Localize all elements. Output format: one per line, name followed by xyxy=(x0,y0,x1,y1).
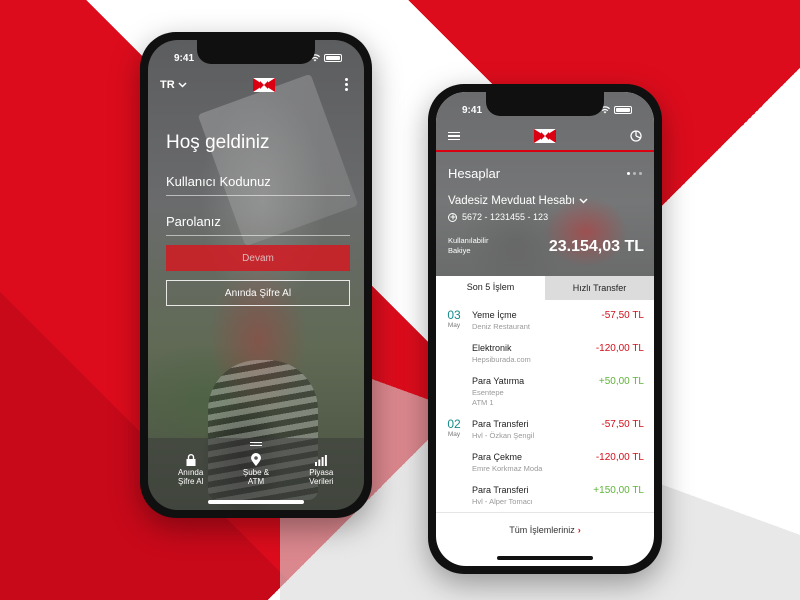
transaction-amount: -120,00 TL xyxy=(595,452,644,463)
transaction-detail-line-2: ATM 1 xyxy=(472,398,494,407)
battery-icon xyxy=(614,106,632,114)
chevron-down-icon xyxy=(579,198,588,204)
background xyxy=(0,0,800,600)
nav-divider xyxy=(436,150,654,152)
transaction-detail: Esentepe ATM 1 xyxy=(472,388,504,408)
chevron-right-icon: › xyxy=(577,525,581,535)
transaction-tabs: Son 5 İşlem Hızlı Transfer xyxy=(436,276,654,300)
transaction-amount: -120,00 TL xyxy=(595,343,644,354)
transaction-title: Para Yatırma xyxy=(472,376,525,386)
login-screen: 9:41 TR Hoş geldiniz Devam Anında xyxy=(148,40,364,510)
transaction-detail-line-1: Emre Korkmaz Moda xyxy=(472,464,543,473)
all-transactions-link[interactable]: Tüm İşlemleriniz › xyxy=(436,512,654,552)
phone-accounts: 9:41 Hesaplar Vadesiz Mevduat Hesabı 567… xyxy=(428,84,662,574)
transaction-row[interactable]: Para Yatırma Esentepe ATM 1 +50,00 TL xyxy=(436,374,654,414)
transaction-detail-line-1: Hepsiburada.com xyxy=(472,355,531,364)
accounts-title: Hesaplar xyxy=(448,166,501,181)
balance-label: Kullanılabilir Bakiye xyxy=(448,236,508,256)
account-number-row: 5672 - 1231455 - 123 xyxy=(448,212,548,222)
notch xyxy=(486,92,604,116)
balance-amount: 23.154,03 TL xyxy=(548,238,644,255)
language-label: TR xyxy=(160,78,175,91)
transaction-detail: Deniz Restaurant xyxy=(472,322,530,332)
add-circle-icon[interactable] xyxy=(448,212,457,222)
welcome-title: Hoş geldiniz xyxy=(166,132,270,153)
transaction-row[interactable]: 03 May Yeme İçme Deniz Restaurant -57,50 … xyxy=(436,308,654,338)
phone-login: 9:41 TR Hoş geldiniz Devam Anında xyxy=(140,32,372,518)
tab-last-5-transactions[interactable]: Son 5 İşlem xyxy=(436,276,545,300)
lock-icon xyxy=(186,454,196,466)
drawer-handle-icon[interactable] xyxy=(250,442,262,446)
bottom-nav-label-2: Şifre Al xyxy=(177,477,204,486)
transaction-title: Elektronik xyxy=(472,343,512,353)
transaction-month: May xyxy=(447,322,461,329)
transaction-row[interactable]: Para Transferi Hvl - Alper Tomacı +150,0… xyxy=(436,483,654,513)
hexagon-logo xyxy=(252,77,275,92)
tab-quick-transfer[interactable]: Hızlı Transfer xyxy=(545,276,654,300)
transaction-day: 02 xyxy=(447,417,461,431)
transaction-date: 02 May xyxy=(444,417,464,438)
transaction-title: Para Transferi xyxy=(472,485,529,495)
transaction-detail: Hvl - Özkan Şengil xyxy=(472,431,534,441)
balance-label-line-2: Bakiye xyxy=(448,246,471,255)
transaction-title: Para Transferi xyxy=(472,419,529,429)
location-pin-icon xyxy=(250,453,261,466)
bar-chart-icon xyxy=(315,455,328,466)
transaction-detail-line-1: Hvl - Özkan Şengil xyxy=(472,431,535,440)
notch xyxy=(197,40,315,64)
status-time: 9:41 xyxy=(174,52,195,64)
transaction-month: May xyxy=(447,431,461,438)
transaction-detail: Hepsiburada.com xyxy=(472,355,531,365)
continue-button[interactable]: Devam xyxy=(166,245,350,271)
bottom-nav-label-1: Piyasa xyxy=(309,468,334,477)
transaction-row[interactable]: Elektronik Hepsiburada.com -120,00 TL xyxy=(436,341,654,371)
transaction-amount: +50,00 TL xyxy=(598,376,644,387)
transaction-detail: Hvl - Alper Tomacı xyxy=(472,497,533,507)
battery-icon xyxy=(324,54,342,62)
password-field[interactable] xyxy=(166,208,350,236)
account-number: 5672 - 1231455 - 123 xyxy=(462,212,549,222)
transaction-detail-line-1: Esentepe xyxy=(472,388,504,397)
home-indicator[interactable] xyxy=(497,556,593,560)
username-input[interactable] xyxy=(166,174,350,189)
transaction-amount: -57,50 TL xyxy=(601,419,644,430)
account-selector[interactable]: Vadesiz Mevduat Hesabı xyxy=(448,195,588,207)
transaction-title: Para Çekme xyxy=(472,452,523,462)
transaction-amount: -57,50 TL xyxy=(601,310,644,321)
page-indicator[interactable] xyxy=(627,172,642,175)
transaction-day: 03 xyxy=(447,308,461,322)
top-nav xyxy=(436,122,654,150)
balance-label-line-1: Kullanılabilir xyxy=(448,236,489,245)
username-field[interactable] xyxy=(166,168,350,196)
more-vertical-icon[interactable] xyxy=(341,76,352,93)
hexagon-logo xyxy=(534,129,556,143)
pie-chart-icon[interactable] xyxy=(630,130,642,142)
login-top-row: TR xyxy=(160,76,352,93)
transaction-detail: Emre Korkmaz Moda xyxy=(472,464,542,474)
transaction-amount: +150,00 TL xyxy=(593,485,644,496)
transaction-detail-line-1: Hvl - Alper Tomacı xyxy=(472,497,533,506)
status-time: 9:41 xyxy=(462,104,483,116)
bottom-nav-label-2: Verileri xyxy=(309,477,334,486)
bottom-nav-label-1: Şube & xyxy=(242,468,270,477)
language-selector[interactable]: TR xyxy=(160,79,187,91)
chevron-down-icon xyxy=(178,81,187,88)
transaction-row[interactable]: 02 May Para Transferi Hvl - Özkan Şengil … xyxy=(436,417,654,447)
account-name: Vadesiz Mevduat Hesabı xyxy=(448,195,575,207)
transaction-title: Yeme İçme xyxy=(472,310,517,320)
transaction-row[interactable]: Para Çekme Emre Korkmaz Moda -120,00 TL xyxy=(436,450,654,480)
instant-password-button[interactable]: Anında Şifre Al xyxy=(166,280,350,306)
hamburger-icon[interactable] xyxy=(448,131,460,141)
transaction-detail-line-1: Deniz Restaurant xyxy=(472,322,530,331)
home-indicator[interactable] xyxy=(208,500,304,504)
all-transactions-label: Tüm İşlemleriniz xyxy=(509,525,575,535)
password-input[interactable] xyxy=(166,214,350,229)
transaction-date: 03 May xyxy=(444,308,464,329)
bottom-nav-label-2: ATM xyxy=(247,477,265,486)
bottom-nav-label-1: Anında xyxy=(177,468,204,477)
accounts-screen: 9:41 Hesaplar Vadesiz Mevduat Hesabı 567… xyxy=(436,92,654,566)
